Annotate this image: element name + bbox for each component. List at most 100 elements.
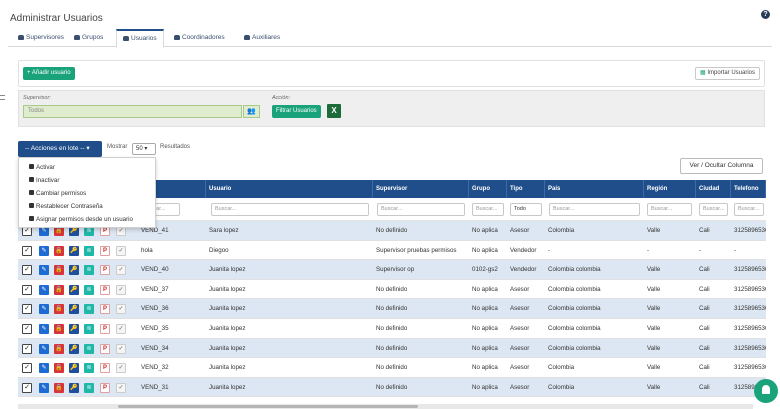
key-icon[interactable]: 🔑 <box>69 245 79 256</box>
key-icon[interactable]: 🔑 <box>69 265 79 276</box>
search-region-input[interactable]: Buscar... <box>647 203 692 216</box>
key-icon[interactable]: 🔑 <box>69 304 79 315</box>
supervisor-select[interactable]: Todos <box>23 105 242 118</box>
add-user-button[interactable]: + Añadir usuario <box>23 67 75 80</box>
search-supervisor-input[interactable]: Buscar... <box>377 203 465 216</box>
wifi-icon[interactable]: ≋ <box>84 363 94 374</box>
col-header-region[interactable]: Región <box>644 180 696 198</box>
edit-icon[interactable]: ✎ <box>39 324 49 334</box>
excel-icon[interactable]: X <box>327 104 341 118</box>
wifi-icon[interactable]: ≋ <box>84 245 94 256</box>
col-header-tipo[interactable]: Tipo <box>507 180 545 198</box>
pdf-icon[interactable]: P <box>100 245 110 256</box>
supervisor-users-icon[interactable]: 👥 <box>243 105 260 118</box>
cell-codigo: hola <box>141 246 153 254</box>
edit-icon[interactable]: ✎ <box>39 382 49 393</box>
search-grupo-input[interactable]: Buscar... <box>472 203 504 216</box>
check-icon[interactable]: ✓ <box>116 245 126 256</box>
pdf-icon[interactable]: P <box>100 265 110 276</box>
col-header-ciudad[interactable]: Ciudad <box>696 180 731 198</box>
wifi-icon[interactable]: ≋ <box>84 382 94 393</box>
checkbox-icon[interactable]: ✓ <box>22 343 32 354</box>
lock-icon[interactable]: 🔒 <box>54 245 64 256</box>
key-icon[interactable]: 🔑 <box>69 324 79 334</box>
pdf-icon[interactable]: P <box>100 324 110 334</box>
scrollbar-thumb[interactable] <box>118 405 418 408</box>
wifi-icon[interactable]: ≋ <box>84 265 94 276</box>
col-header-telefono[interactable]: Telefono <box>731 180 766 198</box>
check-icon[interactable]: ✓ <box>116 363 126 374</box>
cell-grupo: No aplica <box>472 227 498 234</box>
page-size-select[interactable]: 50 ▾ <box>132 143 156 155</box>
search-telefono-input[interactable]: Buscar... <box>734 203 764 216</box>
check-icon[interactable]: ✓ <box>116 304 126 315</box>
tab-supervisores[interactable]: Supervisores <box>12 29 70 47</box>
pdf-icon[interactable]: P <box>100 304 110 315</box>
lock-icon[interactable]: 🔒 <box>54 324 64 334</box>
edit-icon[interactable]: ✎ <box>39 245 49 256</box>
import-users-button[interactable]: ▦ Importar Usuarios <box>694 67 760 80</box>
menu-toggle-icon[interactable] <box>0 95 5 100</box>
tab-coordinadores[interactable]: Coordinadores <box>168 29 231 47</box>
checkbox-icon[interactable]: ✓ <box>22 284 32 295</box>
bell-icon[interactable] <box>754 379 778 403</box>
tab-grupos[interactable]: Grupos <box>68 29 109 47</box>
bulk-actions-button[interactable]: -- Acciones en lote -- ▾ <box>18 141 102 157</box>
edit-icon[interactable]: ✎ <box>39 304 49 315</box>
wifi-icon[interactable]: ≋ <box>84 304 94 315</box>
wifi-icon[interactable]: ≋ <box>84 284 94 295</box>
check-icon[interactable]: ✓ <box>116 265 126 276</box>
edit-icon[interactable]: ✎ <box>39 363 49 374</box>
menu-item-restablecer[interactable]: Restablecer Contraseña <box>29 203 103 210</box>
checkbox-icon[interactable]: ✓ <box>22 245 32 256</box>
lock-icon[interactable]: 🔒 <box>54 284 64 295</box>
question-circle-icon[interactable]: ? <box>761 10 770 19</box>
search-pais-input[interactable]: Buscar... <box>549 203 640 216</box>
filter-users-button[interactable]: Filtrar Usuarios <box>272 105 321 118</box>
horizontal-scrollbar[interactable] <box>18 404 753 409</box>
tab-usuarios[interactable]: Usuarios <box>116 29 164 48</box>
lock-icon[interactable]: 🔒 <box>54 382 64 393</box>
tipo-filter-select[interactable]: Todo <box>510 203 542 216</box>
check-icon[interactable]: ✓ <box>116 382 126 393</box>
page-title: Administrar Usuarios <box>10 13 103 24</box>
check-icon[interactable]: ✓ <box>116 284 126 295</box>
checkbox-icon[interactable]: ✓ <box>22 363 32 374</box>
wifi-icon[interactable]: ≋ <box>84 324 94 334</box>
menu-item-cambiar-permisos[interactable]: Cambiar permisos <box>29 190 86 197</box>
lock-icon[interactable]: 🔒 <box>54 265 64 276</box>
col-header-supervisor[interactable]: Supervisor <box>373 180 469 198</box>
menu-item-label: Cambiar permisos <box>36 190 87 197</box>
menu-item-asignar-permisos[interactable]: Asignar permisos desde un usuario <box>29 216 133 223</box>
key-icon[interactable]: 🔑 <box>69 343 79 354</box>
edit-icon[interactable]: ✎ <box>39 284 49 295</box>
key-icon[interactable]: 🔑 <box>69 382 79 393</box>
pdf-icon[interactable]: P <box>100 284 110 295</box>
pdf-icon[interactable]: P <box>100 382 110 393</box>
checkbox-icon[interactable]: ✓ <box>22 382 32 393</box>
menu-item-inactivar[interactable]: Inactivar <box>29 177 59 184</box>
edit-icon[interactable]: ✎ <box>39 265 49 276</box>
checkbox-icon[interactable]: ✓ <box>22 324 32 334</box>
col-header-grupo[interactable]: Grupo <box>469 180 507 198</box>
key-icon[interactable]: 🔑 <box>69 363 79 374</box>
check-icon[interactable]: ✓ <box>116 343 126 354</box>
pdf-icon[interactable]: P <box>100 363 110 374</box>
key-icon[interactable]: 🔑 <box>69 284 79 295</box>
checkbox-icon[interactable]: ✓ <box>22 304 32 315</box>
pdf-icon[interactable]: P <box>100 343 110 354</box>
edit-icon[interactable]: ✎ <box>39 343 49 354</box>
search-ciudad-input[interactable]: Buscar... <box>699 203 728 216</box>
wifi-icon[interactable]: ≋ <box>84 343 94 354</box>
toggle-columns-button[interactable]: Ver / Ocultar Columna <box>680 158 763 174</box>
tab-auxiliares[interactable]: Auxiliares <box>238 29 286 47</box>
lock-icon[interactable]: 🔒 <box>54 343 64 354</box>
search-usuario-input[interactable]: Buscar... <box>211 203 369 216</box>
checkbox-icon[interactable]: ✓ <box>22 265 32 276</box>
menu-item-activar[interactable]: Activar <box>29 164 55 171</box>
check-icon[interactable]: ✓ <box>116 324 126 334</box>
col-header-pais[interactable]: País <box>545 180 644 198</box>
lock-icon[interactable]: 🔒 <box>54 304 64 315</box>
col-header-usuario[interactable]: Usuario <box>206 180 373 198</box>
lock-icon[interactable]: 🔒 <box>54 363 64 374</box>
